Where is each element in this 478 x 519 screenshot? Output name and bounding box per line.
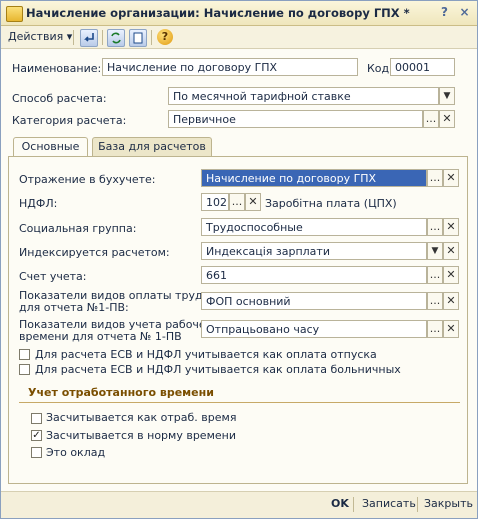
calc-method-select[interactable]: По месячной тарифной ставке	[168, 87, 439, 105]
save-button[interactable]: Записать	[362, 497, 416, 510]
social-group-field[interactable]: Трудоспособные	[201, 218, 427, 236]
indexing-label: Индексируется расчетом:	[19, 246, 170, 259]
accounting-label: Отражение в бухучете:	[19, 173, 156, 186]
sick-leave-checkbox-label: Для расчета ЕСВ и НДФЛ учитывается как о…	[35, 363, 401, 376]
pay-indicators-field[interactable]: ФОП основний	[201, 292, 427, 310]
pay-indicators-clear-icon[interactable]: ✕	[443, 292, 459, 310]
refresh-arrows-icon	[111, 32, 121, 44]
toolbar-separator	[151, 30, 152, 45]
copy-icon[interactable]	[129, 29, 147, 47]
social-group-label: Социальная группа:	[19, 222, 137, 235]
name-label: Наименование:	[12, 62, 102, 75]
time-indicators-field[interactable]: Отпрацьовано часу	[201, 320, 427, 338]
calc-method-value: По месячной тарифной ставке	[173, 90, 351, 103]
window-title: Начисление организации: Начисление по до…	[26, 6, 410, 20]
help-title-button[interactable]: ?	[437, 5, 452, 20]
worked-time-section-title: Учет отработанного времени	[28, 386, 214, 399]
is-salary-checkbox[interactable]	[31, 447, 42, 458]
pay-indicators-label-line2: для отчета №1-ПВ:	[19, 301, 129, 314]
ndfl-label: НДФЛ:	[19, 197, 58, 210]
refresh-icon[interactable]	[107, 29, 125, 47]
account-clear-icon[interactable]: ✕	[443, 266, 459, 284]
actions-menu[interactable]: Действия ▾	[8, 30, 72, 43]
accounting-value: Начисление по договору ГПХ	[206, 172, 377, 185]
code-field[interactable]: 00001	[390, 58, 455, 76]
pay-indicators-select-button[interactable]: ...	[427, 292, 443, 310]
tab-main[interactable]: Основные	[13, 137, 88, 158]
close-button[interactable]: Закрыть	[424, 497, 473, 510]
calc-method-label: Способ расчета:	[12, 92, 107, 105]
counts-as-worked-label: Засчитывается как отраб. время	[46, 411, 237, 424]
calc-category-select-button[interactable]: ...	[423, 110, 439, 128]
indexing-dropdown-icon[interactable]: ▼	[427, 242, 443, 260]
ndfl-description: Заробітна плата (ЦПХ)	[265, 197, 397, 210]
chevron-down-icon: ▾	[66, 30, 73, 43]
account-value: 661	[206, 269, 227, 282]
vacation-checkbox-label: Для расчета ЕСВ и НДФЛ учитывается как о…	[35, 348, 377, 361]
accounting-clear-icon[interactable]: ✕	[443, 169, 459, 187]
toolbar: Действия ▾ ?	[1, 26, 477, 49]
ok-button[interactable]: OK	[331, 497, 349, 510]
help-icon[interactable]: ?	[157, 29, 173, 45]
time-indicators-clear-icon[interactable]: ✕	[443, 320, 459, 338]
toolbar-separator	[73, 30, 74, 45]
time-indicators-value: Отпрацьовано часу	[206, 323, 320, 336]
document-icon	[133, 32, 143, 44]
indexing-select[interactable]: Индексація зарплати	[201, 242, 427, 260]
bottom-separator	[417, 497, 418, 512]
pay-indicators-value: ФОП основний	[206, 295, 291, 308]
social-group-value: Трудоспособные	[206, 221, 303, 234]
accounting-field[interactable]: Начисление по договору ГПХ	[201, 169, 427, 187]
indexing-clear-icon[interactable]: ✕	[443, 242, 459, 260]
ndfl-select-button[interactable]: ...	[229, 193, 245, 211]
account-label: Счет учета:	[19, 270, 87, 283]
sick-leave-checkbox[interactable]	[19, 364, 30, 375]
social-group-select-button[interactable]: ...	[427, 218, 443, 236]
ndfl-field[interactable]: 102	[201, 193, 229, 211]
arrow-icon	[84, 33, 94, 42]
account-field[interactable]: 661	[201, 266, 427, 284]
title-bar: Начисление организации: Начисление по до…	[1, 1, 477, 26]
name-value: Начисление по договору ГПХ	[107, 61, 278, 74]
ndfl-value: 102	[206, 196, 227, 209]
counts-in-norm-label: Засчитывается в норму времени	[46, 429, 236, 442]
bottom-separator	[353, 497, 354, 512]
ndfl-clear-icon[interactable]: ✕	[245, 193, 261, 211]
counts-in-norm-checkbox[interactable]: ✓	[31, 430, 42, 441]
calc-method-dropdown-icon[interactable]: ▼	[439, 87, 455, 105]
save-and-close-icon[interactable]	[80, 29, 98, 47]
social-group-clear-icon[interactable]: ✕	[443, 218, 459, 236]
calc-category-label: Категория расчета:	[12, 114, 127, 127]
bottom-bar: OK Записать Закрыть	[1, 491, 477, 518]
time-indicators-label-line2: времени для отчета № 1-ПВ	[19, 330, 182, 343]
time-indicators-select-button[interactable]: ...	[427, 320, 443, 338]
code-label: Код:	[367, 62, 393, 75]
counts-as-worked-checkbox[interactable]	[31, 413, 42, 424]
tab-calc-base[interactable]: База для расчетов	[92, 137, 212, 157]
code-value: 00001	[395, 61, 430, 74]
actions-label: Действия	[8, 30, 64, 43]
calc-category-clear-icon[interactable]: ✕	[439, 110, 455, 128]
indexing-value: Индексація зарплати	[206, 245, 330, 258]
toolbar-separator	[102, 30, 103, 45]
section-divider	[19, 402, 460, 403]
is-salary-label: Это оклад	[46, 446, 106, 459]
account-select-button[interactable]: ...	[427, 266, 443, 284]
accounting-select-button[interactable]: ...	[427, 169, 443, 187]
calc-category-field[interactable]: Первичное	[168, 110, 423, 128]
calc-category-value: Первичное	[173, 113, 236, 126]
name-field[interactable]: Начисление по договору ГПХ	[102, 58, 358, 76]
window: Начисление организации: Начисление по до…	[0, 0, 478, 519]
vacation-checkbox[interactable]	[19, 349, 30, 360]
app-icon	[6, 6, 23, 22]
close-window-button[interactable]: ×	[457, 5, 472, 20]
